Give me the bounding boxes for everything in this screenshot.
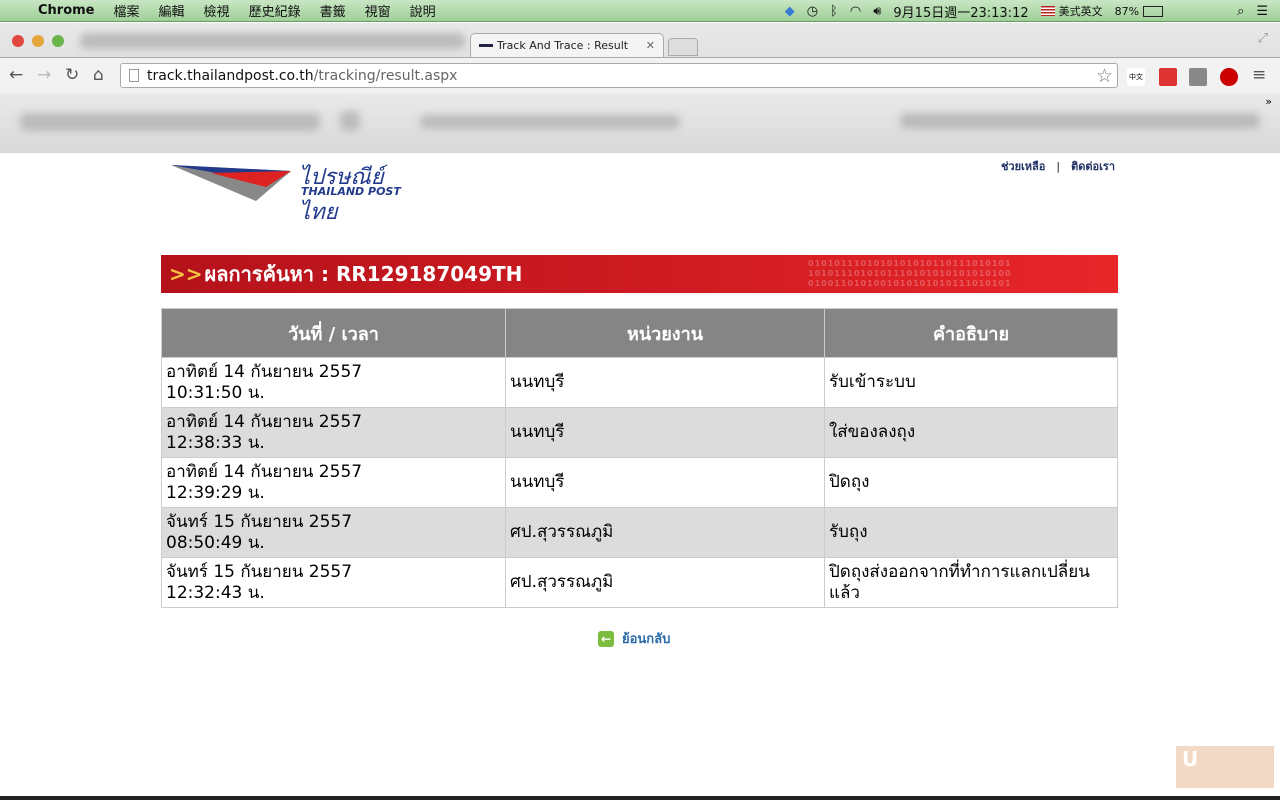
- menu-window[interactable]: 視窗: [365, 1, 391, 20]
- table-row: อาทิตย์ 14 กันยายน 2557 10:31:50 น. นนทบุ…: [161, 357, 1118, 408]
- chinese-converter-extension[interactable]: 中文: [1127, 68, 1145, 86]
- header-office: หน่วยงาน: [505, 308, 825, 358]
- double-chevron-icon: >>: [169, 262, 203, 286]
- dropbox-icon[interactable]: ◆: [785, 4, 795, 19]
- time-machine-icon[interactable]: ◷: [807, 4, 818, 19]
- home-icon[interactable]: ⌂: [93, 65, 104, 85]
- cell-datetime: จันทร์ 15 กันยายน 2557 08:50:49 น.: [161, 507, 506, 558]
- back-link[interactable]: ← ย้อนกลับ: [598, 628, 670, 649]
- back-arrow-icon[interactable]: ←: [9, 65, 23, 85]
- adblock-icon[interactable]: [1220, 68, 1238, 86]
- mac-menubar: Chrome 檔案 編輯 檢視 歷史紀錄 書籤 視窗 說明 ◆ ◷ ᛒ ◠ 🔊︎…: [0, 0, 1280, 22]
- menu-bookmarks[interactable]: 書籤: [320, 1, 346, 20]
- time-text: 12:39:29 น.: [166, 482, 265, 503]
- cell-description: รับถุง: [824, 507, 1118, 558]
- flag-icon: [1040, 6, 1055, 16]
- header-datetime: วันที่ / เวลา: [161, 308, 506, 358]
- spotlight-icon[interactable]: ⌕: [1237, 4, 1244, 19]
- top-links: ช่วยเหลือ | ติดต่อเรา: [1001, 157, 1115, 175]
- tab-close-icon[interactable]: ✕: [646, 39, 655, 52]
- cell-office: นนทบุรี: [505, 457, 825, 508]
- window-edge: [0, 796, 1280, 800]
- bookmarks-overflow-icon[interactable]: »: [1265, 95, 1272, 108]
- web-page: ไปรษณีย์ไทย THAILAND POST ช่วยเหลือ | ติ…: [0, 153, 1280, 796]
- battery-percent[interactable]: 87%: [1115, 5, 1139, 18]
- result-title: ผลการค้นหา : RR129187049TH: [204, 262, 523, 286]
- cell-office: ศป.สุวรรณภูมิ: [505, 557, 825, 608]
- clock[interactable]: 9月15日週一23:13:12: [893, 2, 1028, 21]
- header-description: คำอธิบาย: [824, 308, 1118, 358]
- table-row: จันทร์ 15 กันยายน 2557 12:32:43 น. ศป.สุว…: [161, 557, 1118, 608]
- date-text: จันทร์ 15 กันยายน 2557: [166, 561, 353, 582]
- keyboard-extension-icon[interactable]: [1189, 68, 1207, 86]
- time-text: 10:31:50 น.: [166, 382, 265, 403]
- new-tab-button[interactable]: [668, 38, 698, 56]
- chrome-menu-icon[interactable]: ≡: [1252, 65, 1266, 85]
- close-window-button[interactable]: [12, 35, 24, 47]
- menu-help[interactable]: 說明: [410, 1, 436, 20]
- tracking-table: วันที่ / เวลา หน่วยงาน คำอธิบาย อาทิตย์ …: [161, 308, 1118, 608]
- cell-description: รับเข้าระบบ: [824, 357, 1118, 408]
- table-row: อาทิตย์ 14 กันยายน 2557 12:38:33 น. นนทบุ…: [161, 407, 1118, 458]
- time-text: 12:32:43 น.: [166, 582, 265, 603]
- binary-decoration: 0101011101010101010110111010101 101011101…: [808, 259, 1012, 288]
- cell-description: ปิดถุงส่งออกจากที่ทำการแลกเปลี่ยนแล้ว: [824, 557, 1118, 608]
- unite-watermark-logo: UUnite: [1176, 746, 1274, 788]
- bluetooth-icon[interactable]: ᛒ: [830, 4, 838, 19]
- browser-toolbar: ← → ↻ ⌂ track.thailandpost.co.th/trackin…: [0, 57, 1280, 93]
- bookmark-star-icon[interactable]: ☆: [1096, 65, 1113, 87]
- menu-history[interactable]: 歷史紀錄: [249, 1, 301, 20]
- bookmarks-bar: »: [0, 93, 1280, 153]
- date-text: จันทร์ 15 กันยายน 2557: [166, 511, 353, 532]
- menu-app-name[interactable]: Chrome: [38, 3, 95, 18]
- forward-arrow-icon[interactable]: →: [37, 65, 51, 85]
- back-arrow-icon: ←: [598, 630, 614, 647]
- thailand-post-logo[interactable]: ไปรษณีย์ไทย THAILAND POST: [171, 161, 421, 225]
- favicon-icon: [479, 44, 493, 47]
- cell-datetime: อาทิตย์ 14 กันยายน 2557 12:39:29 น.: [161, 457, 506, 508]
- volume-icon[interactable]: 🔊︎: [873, 4, 881, 19]
- wifi-icon[interactable]: ◠: [850, 4, 861, 19]
- input-source[interactable]: 美式英文: [1059, 3, 1103, 19]
- table-row: อาทิตย์ 14 กันยายน 2557 12:39:29 น. นนทบุ…: [161, 457, 1118, 508]
- cell-description: ปิดถุง: [824, 457, 1118, 508]
- cell-datetime: อาทิตย์ 14 กันยายน 2557 12:38:33 น.: [161, 407, 506, 458]
- fullscreen-icon[interactable]: ⤢: [1258, 31, 1268, 46]
- tab-track-and-trace[interactable]: Track And Trace : Result ✕: [470, 33, 664, 57]
- cell-office: ศป.สุวรรณภูมิ: [505, 507, 825, 558]
- reload-icon[interactable]: ↻: [65, 65, 79, 85]
- cell-description: ใส่ของลงถุง: [824, 407, 1118, 458]
- cell-office: นนทบุรี: [505, 407, 825, 458]
- menu-view[interactable]: 檢視: [204, 1, 230, 20]
- help-link[interactable]: ช่วยเหลือ: [1001, 160, 1045, 173]
- browser-window: Track And Trace : Result ✕ ⤢ ← → ↻ ⌂ tra…: [0, 23, 1280, 153]
- logo-wing-icon: [171, 165, 291, 201]
- logo-text-en: THAILAND POST: [301, 185, 401, 198]
- url-host: track.thailandpost.co.th: [147, 67, 314, 84]
- cell-office: นนทบุรี: [505, 357, 825, 408]
- battery-icon[interactable]: [1143, 5, 1164, 17]
- address-bar[interactable]: track.thailandpost.co.th/tracking/result…: [120, 63, 1118, 88]
- url-path: /tracking/result.aspx: [313, 67, 458, 84]
- back-label: ย้อนกลับ: [622, 632, 671, 647]
- notification-center-icon[interactable]: ☰: [1256, 4, 1268, 19]
- contact-link[interactable]: ติดต่อเรา: [1071, 160, 1115, 173]
- link-divider: |: [1056, 160, 1061, 173]
- minimize-window-button[interactable]: [32, 35, 44, 47]
- cell-datetime: จันทร์ 15 กันยายน 2557 12:32:43 น.: [161, 557, 506, 608]
- pdf-extension-icon[interactable]: [1159, 68, 1177, 86]
- menu-edit[interactable]: 編輯: [159, 1, 185, 20]
- menu-file[interactable]: 檔案: [114, 1, 140, 20]
- tab-title: Track And Trace : Result: [497, 39, 629, 52]
- date-text: อาทิตย์ 14 กันยายน 2557: [166, 461, 363, 482]
- result-banner: >> ผลการค้นหา : RR129187049TH 0101011101…: [161, 255, 1118, 293]
- date-text: อาทิตย์ 14 กันยายน 2557: [166, 361, 363, 382]
- time-text: 08:50:49 น.: [166, 532, 265, 553]
- page-icon: [129, 69, 139, 82]
- cell-datetime: อาทิตย์ 14 กันยายน 2557 10:31:50 น.: [161, 357, 506, 408]
- table-row: จันทร์ 15 กันยายน 2557 08:50:49 น. ศป.สุว…: [161, 507, 1118, 558]
- zoom-window-button[interactable]: [52, 35, 64, 47]
- time-text: 12:38:33 น.: [166, 432, 265, 453]
- date-text: อาทิตย์ 14 กันยายน 2557: [166, 411, 363, 432]
